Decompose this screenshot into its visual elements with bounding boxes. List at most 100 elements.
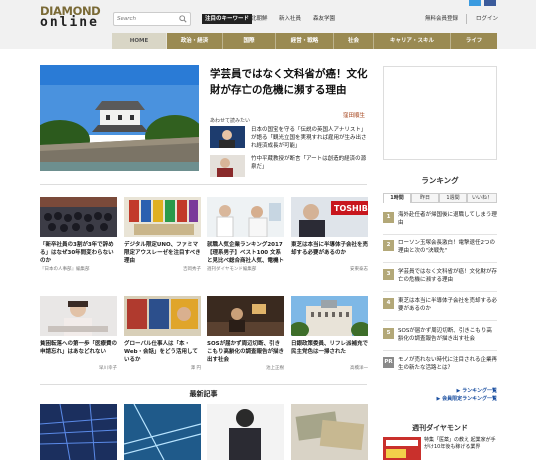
article-title[interactable]: デジタル限定UNO、ファミマ限定アウスレーゼを注目すべき理由: [124, 241, 201, 265]
tab-1hour[interactable]: 1時間: [383, 193, 411, 203]
rank-text[interactable]: 学芸員ではなく文科省が癌！文化財が存亡の危機に瀕する理由: [398, 268, 497, 284]
ranking-divider: [383, 262, 497, 263]
member-ranking-label[interactable]: 会員限定ランキング一覧: [442, 396, 497, 402]
rank-number: 4: [383, 298, 394, 309]
keyword-link[interactable]: 新入社員: [279, 14, 301, 24]
login-link[interactable]: ログイン: [476, 14, 498, 24]
article-title[interactable]: SOSが届かず周辺切断、引きこもり高齢化の調査報告が描き出す社会: [207, 340, 284, 364]
nav-item-career[interactable]: キャリア・スキル: [374, 33, 451, 49]
weekly-cover-image[interactable]: [383, 437, 421, 460]
nav-item-home[interactable]: HOME: [112, 33, 167, 49]
article-author: 吉岡秀子: [183, 267, 201, 272]
article-image: [291, 296, 368, 336]
article-title[interactable]: 就職人気企業ランキング2017【理系男子】ベスト100 文系と見比べ総合商社人気…: [207, 241, 284, 265]
ranking-item[interactable]: 2 ローソン玉塚会長激白！電撃退任2つの理由と次の"決戦先": [383, 239, 497, 261]
rank-text[interactable]: 海外赴任者が帰国後に退職してしまう理由: [398, 211, 497, 227]
ranking-item[interactable]: 5 SOSが届かず周辺切断、引きこもり高齢化の調査報告が描き出す社会: [383, 327, 497, 349]
tab-1week[interactable]: 1週間: [439, 193, 467, 203]
hero-title[interactable]: 学芸員ではなく文科省が癌！文化財が存亡の危機に瀕する理由: [210, 66, 370, 98]
related-thumbnail: [210, 155, 245, 177]
site-header: DIAMOND online 注目のキーワード 北朝鮮 新入社員 森友学園 無料…: [0, 0, 536, 33]
nav-item-politics-economy[interactable]: 政治・経済: [167, 33, 223, 49]
keyword-link[interactable]: 北朝鮮: [251, 14, 268, 24]
article-card[interactable]: 就職人気企業ランキング2017【理系男子】ベスト100 文系と見比べ総合商社人気…: [207, 197, 284, 274]
weekly-diamond-heading: 週刊ダイヤモンド: [412, 424, 468, 432]
article-title[interactable]: グローバル仕事人は「本・Web・会話」をどう活用しているか: [124, 340, 201, 364]
weekly-description[interactable]: 特集「医薬」の教え 起業家が手がけ10年後も稼げる業界: [424, 437, 498, 451]
rank-number: 3: [383, 269, 394, 280]
tab-yesterday[interactable]: 昨日: [411, 193, 439, 203]
related-text[interactable]: 日本の国宝を守る「伝説の英国人アナリスト」が語る「観光立国を実現すれば雇用が生み…: [251, 126, 369, 150]
article-title[interactable]: 東芝は本当に半導体子会社を売却する必要があるのか: [291, 241, 368, 265]
article-card[interactable]: グローバル仕事人は「本・Web・会話」をどう活用しているか 澤 円: [124, 296, 201, 373]
ranking-list-link[interactable]: ▶ ランキング一覧: [383, 387, 497, 394]
article-meta: 『日本の人事部』編集部: [40, 266, 117, 274]
member-ranking-link[interactable]: ▶ 会員限定ランキング一覧: [383, 395, 497, 402]
nav-item-international[interactable]: 国際: [223, 33, 276, 49]
article-source: 週刊ダイヤモンド編集部: [207, 267, 257, 272]
article-author: 安東泰志: [350, 267, 368, 272]
tab-likes[interactable]: いいね！: [467, 193, 497, 203]
keyword-link[interactable]: 森友学園: [313, 14, 335, 24]
article-meta: 早川幸子: [40, 365, 117, 373]
article-title[interactable]: 日銀政策委員、リフレ派補充で民主党色は一掃された: [291, 340, 368, 364]
rank-number: 1: [383, 212, 394, 223]
rank-text[interactable]: ローソン玉塚会長激白！電撃退任2つの理由と次の"決戦先": [398, 239, 497, 255]
rank-text[interactable]: モノが売れない時代に注目される企業再生の新たな活路とは？: [398, 356, 497, 372]
see-also-label: あわせて読みたい: [210, 118, 251, 124]
site-logo[interactable]: DIAMOND online: [40, 5, 104, 30]
keyword-label: 注目のキーワード: [202, 14, 253, 24]
pr-badge: PR: [383, 357, 394, 368]
latest-article-image[interactable]: [40, 404, 117, 460]
latest-article-image[interactable]: [124, 404, 201, 460]
related-article[interactable]: 日本の国宝を守る「伝説の英国人アナリスト」が語る「観光立国を実現すれば雇用が生み…: [210, 126, 370, 150]
article-image: [124, 197, 201, 237]
article-card[interactable]: デジタル限定UNO、ファミマ限定アウスレーゼを注目すべき理由 吉岡秀子: [124, 197, 201, 274]
article-author: 澤 円: [190, 366, 201, 371]
ranking-list-label[interactable]: ランキング一覧: [462, 388, 497, 394]
facebook-icon[interactable]: [484, 0, 496, 6]
article-source: 『日本の人事部』編集部: [40, 267, 90, 272]
rank-number: 5: [383, 328, 394, 339]
advertisement-slot[interactable]: [383, 66, 497, 160]
nav-item-society[interactable]: 社会: [334, 33, 374, 49]
rank-text[interactable]: 東芝は本当に半導体子会社を売却する必要があるのか: [398, 297, 497, 313]
ranking-item[interactable]: 3 学芸員ではなく文科省が癌！文化財が存亡の危機に瀕する理由: [383, 268, 497, 290]
search-box: [113, 12, 191, 26]
hero-image[interactable]: [40, 65, 199, 171]
latest-article-image[interactable]: [207, 404, 284, 460]
logo-line-2: online: [40, 15, 99, 30]
ranking-item[interactable]: 4 東芝は本当に半導体子会社を売却する必要があるのか: [383, 297, 497, 319]
ranking-divider: [383, 234, 497, 235]
rank-text[interactable]: SOSが届かず周辺切断、引きこもり高齢化の調査報告が描き出す社会: [398, 327, 497, 343]
article-image: [124, 296, 201, 336]
ranking-item-pr[interactable]: PR モノが売れない時代に注目される企業再生の新たな活路とは？: [383, 356, 497, 378]
twitter-icon[interactable]: [469, 0, 481, 6]
article-title[interactable]: 「新卒社員の3割が3年で辞める」はなぜ30年間変わらないのか: [40, 241, 117, 265]
nav-item-life[interactable]: ライフ: [451, 33, 497, 49]
article-card[interactable]: SOSが届かず周辺切断、引きこもり高齢化の調査報告が描き出す社会 池上正樹: [207, 296, 284, 373]
latest-article-image[interactable]: [291, 404, 368, 460]
nav-item-management[interactable]: 経営・戦略: [276, 33, 334, 49]
article-meta: 吉岡秀子: [124, 266, 201, 274]
article-meta: 澤 円: [124, 365, 201, 373]
search-input[interactable]: [114, 13, 176, 25]
article-image: [40, 296, 117, 336]
article-author: 早川幸子: [99, 366, 117, 371]
article-card[interactable]: 貧困転落への第一歩「医療費の申請忘れ」はあなどれない 早川幸子: [40, 296, 117, 373]
article-meta: 高橋洋一: [291, 365, 368, 373]
article-card[interactable]: TOSHIBA 東芝は本当に半導体子会社を売却する必要があるのか 安東泰志: [291, 197, 368, 274]
article-title[interactable]: 貧困転落への第一歩「医療費の申請忘れ」はあなどれない: [40, 340, 117, 364]
related-article[interactable]: 竹中平蔵教授が断言「アートは創造的経済の源泉だ」: [210, 155, 370, 179]
search-icon[interactable]: [179, 15, 187, 23]
related-text[interactable]: 竹中平蔵教授が断言「アートは創造的経済の源泉だ」: [251, 155, 369, 171]
article-meta: 池上正樹: [207, 365, 284, 373]
article-image: [207, 296, 284, 336]
register-link[interactable]: 無料会員登録: [425, 14, 458, 24]
ranking-item[interactable]: 1 海外赴任者が帰国後に退職してしまう理由: [383, 211, 497, 233]
article-card[interactable]: 日銀政策委員、リフレ派補充で民主党色は一掃された 高橋洋一: [291, 296, 368, 373]
hero-author[interactable]: 窪田順生: [343, 111, 365, 119]
article-image: [40, 197, 117, 237]
article-card[interactable]: 「新卒社員の3割が3年で辞める」はなぜ30年間変わらないのか 『日本の人事部』編…: [40, 197, 117, 274]
svg-text:TOSHIBA: TOSHIBA: [334, 204, 368, 213]
